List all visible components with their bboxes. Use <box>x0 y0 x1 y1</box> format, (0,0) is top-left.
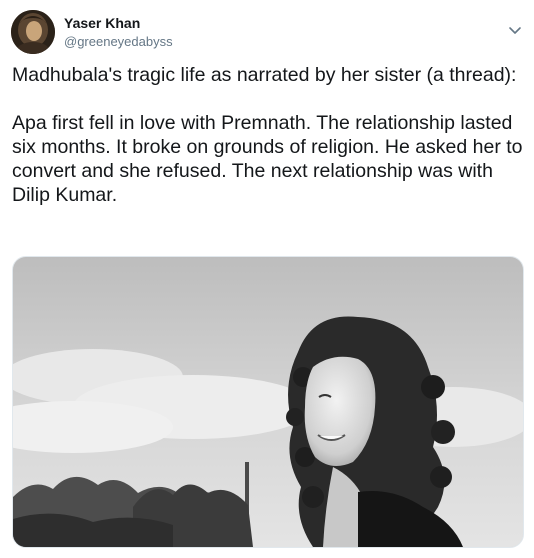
chevron-down-icon[interactable] <box>506 21 524 39</box>
tweet-text: Madhubala's tragic life as narrated by h… <box>12 64 523 206</box>
tweet-photo[interactable] <box>12 256 524 548</box>
author-handle[interactable]: @greeneyedabyss <box>64 34 173 49</box>
avatar[interactable] <box>11 10 55 54</box>
tweet: Yaser Khan @greeneyedabyss Madhubala's t… <box>0 0 534 558</box>
author-name[interactable]: Yaser Khan <box>64 15 140 31</box>
